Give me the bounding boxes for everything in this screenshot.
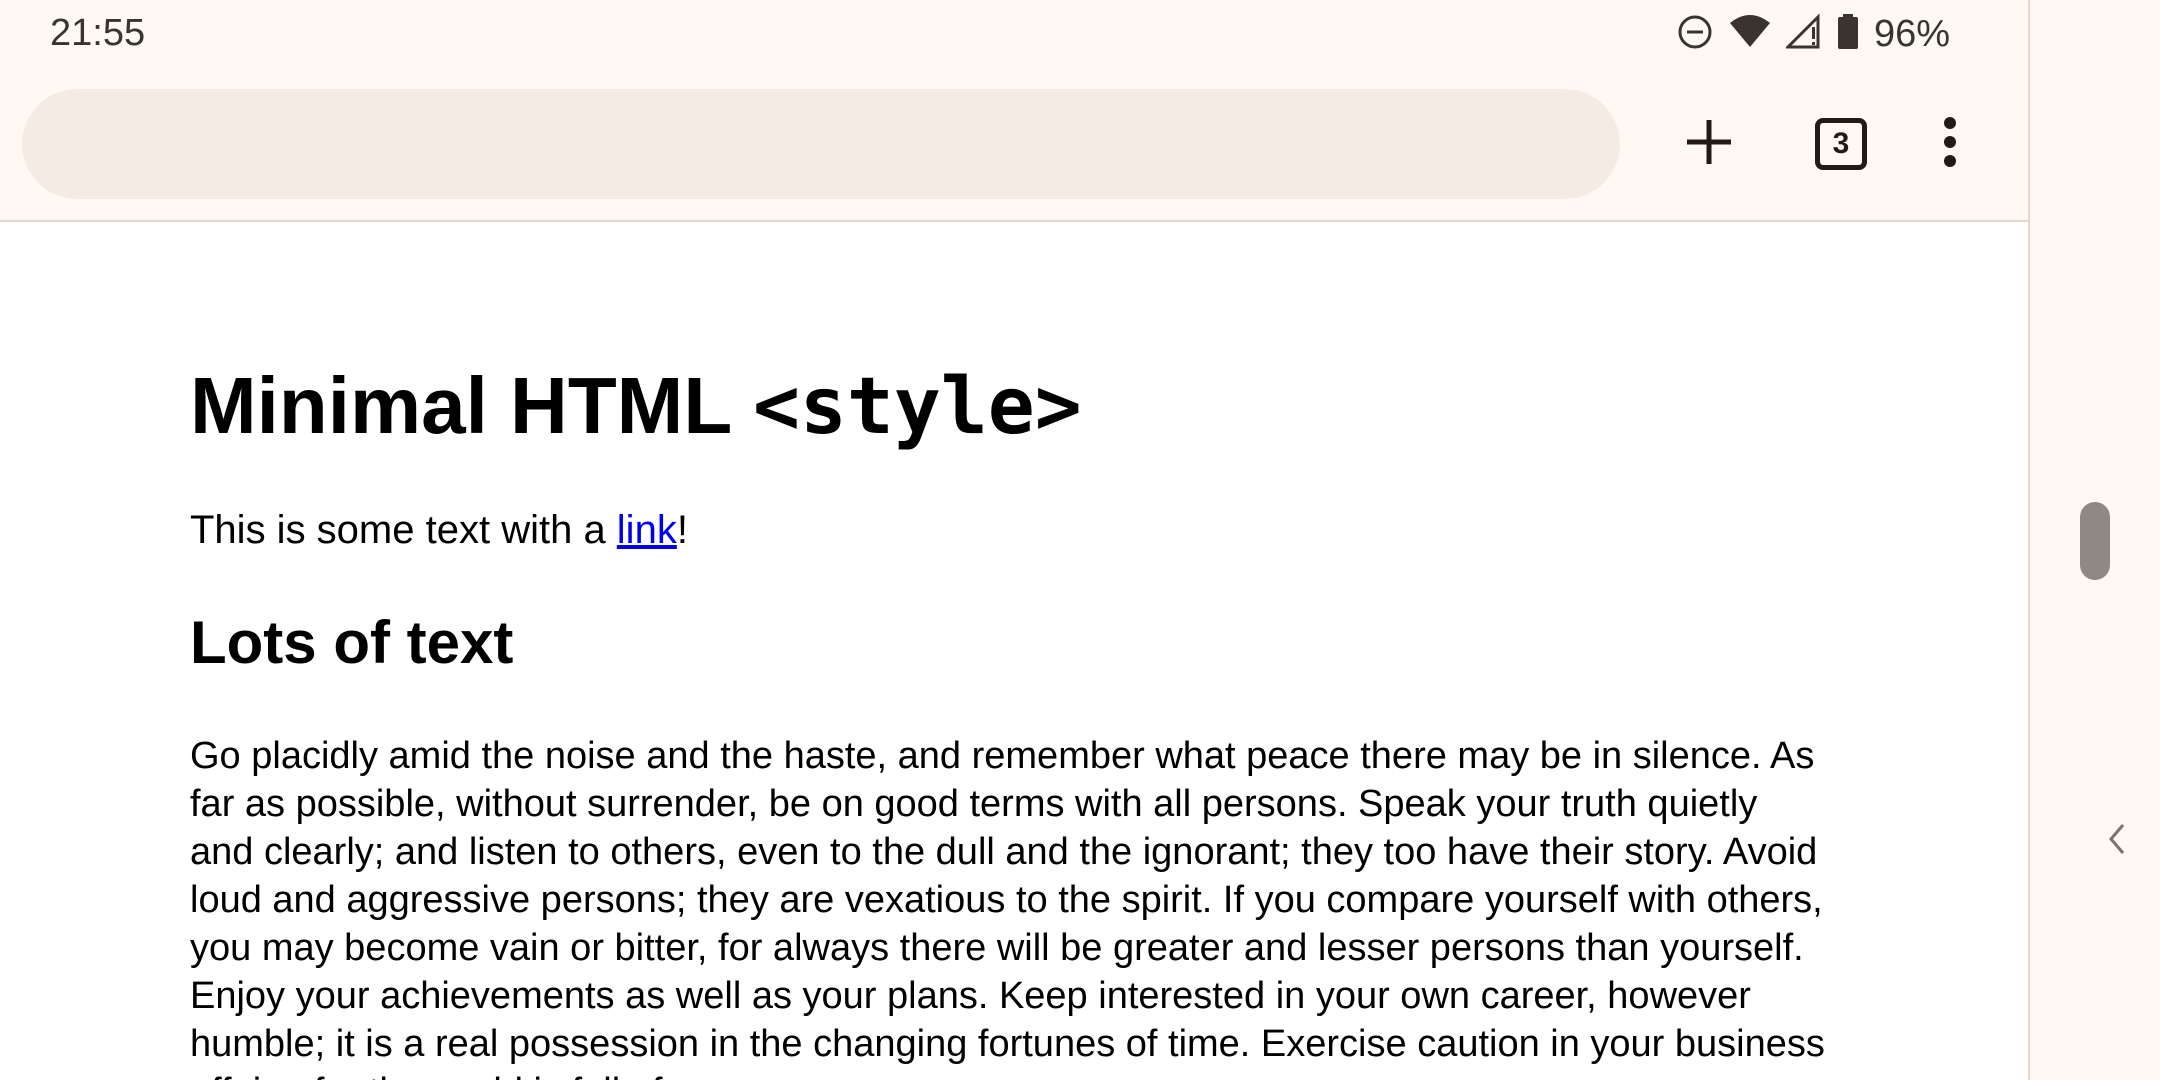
plus-icon (1685, 118, 1733, 171)
cell-signal-icon (1784, 12, 1822, 56)
intro-suffix: ! (676, 508, 688, 552)
battery-icon (1836, 13, 1860, 56)
chevron-left-icon[interactable] (2108, 822, 2126, 861)
body-paragraph: Go placidly amid the noise and the haste… (190, 735, 1825, 1080)
new-tab-button[interactable] (1663, 98, 1755, 190)
do-not-disturb-icon (1676, 13, 1714, 56)
side-rail (2028, 0, 2160, 1080)
scrollbar-thumb[interactable] (2080, 502, 2110, 580)
address-bar[interactable] (22, 89, 1620, 199)
section-heading: Lots of text (190, 609, 514, 676)
tab-count: 3 (1815, 118, 1867, 170)
intro-text: This is some text with a (190, 508, 617, 552)
page-title-code: <style> (752, 362, 1082, 452)
status-icons: 96% (1676, 10, 1950, 58)
page-title-text: Minimal HTML (190, 361, 753, 450)
intro-link[interactable]: link (617, 508, 677, 552)
wifi-icon (1728, 13, 1772, 56)
menu-button[interactable] (1904, 98, 1996, 190)
status-bar: 21:55 96% (0, 0, 2028, 68)
browser-toolbar: 3 (0, 68, 2028, 222)
page-title: Minimal HTML <style> (190, 360, 1082, 452)
more-vert-icon (1942, 116, 1958, 172)
status-time: 21:55 (50, 12, 146, 54)
tab-switcher-button[interactable]: 3 (1795, 98, 1887, 190)
battery-percent: 96% (1873, 12, 1950, 55)
intro-paragraph: This is some text with a link! (190, 508, 688, 553)
web-content[interactable]: Minimal HTML <style> This is some text w… (0, 222, 2028, 1080)
